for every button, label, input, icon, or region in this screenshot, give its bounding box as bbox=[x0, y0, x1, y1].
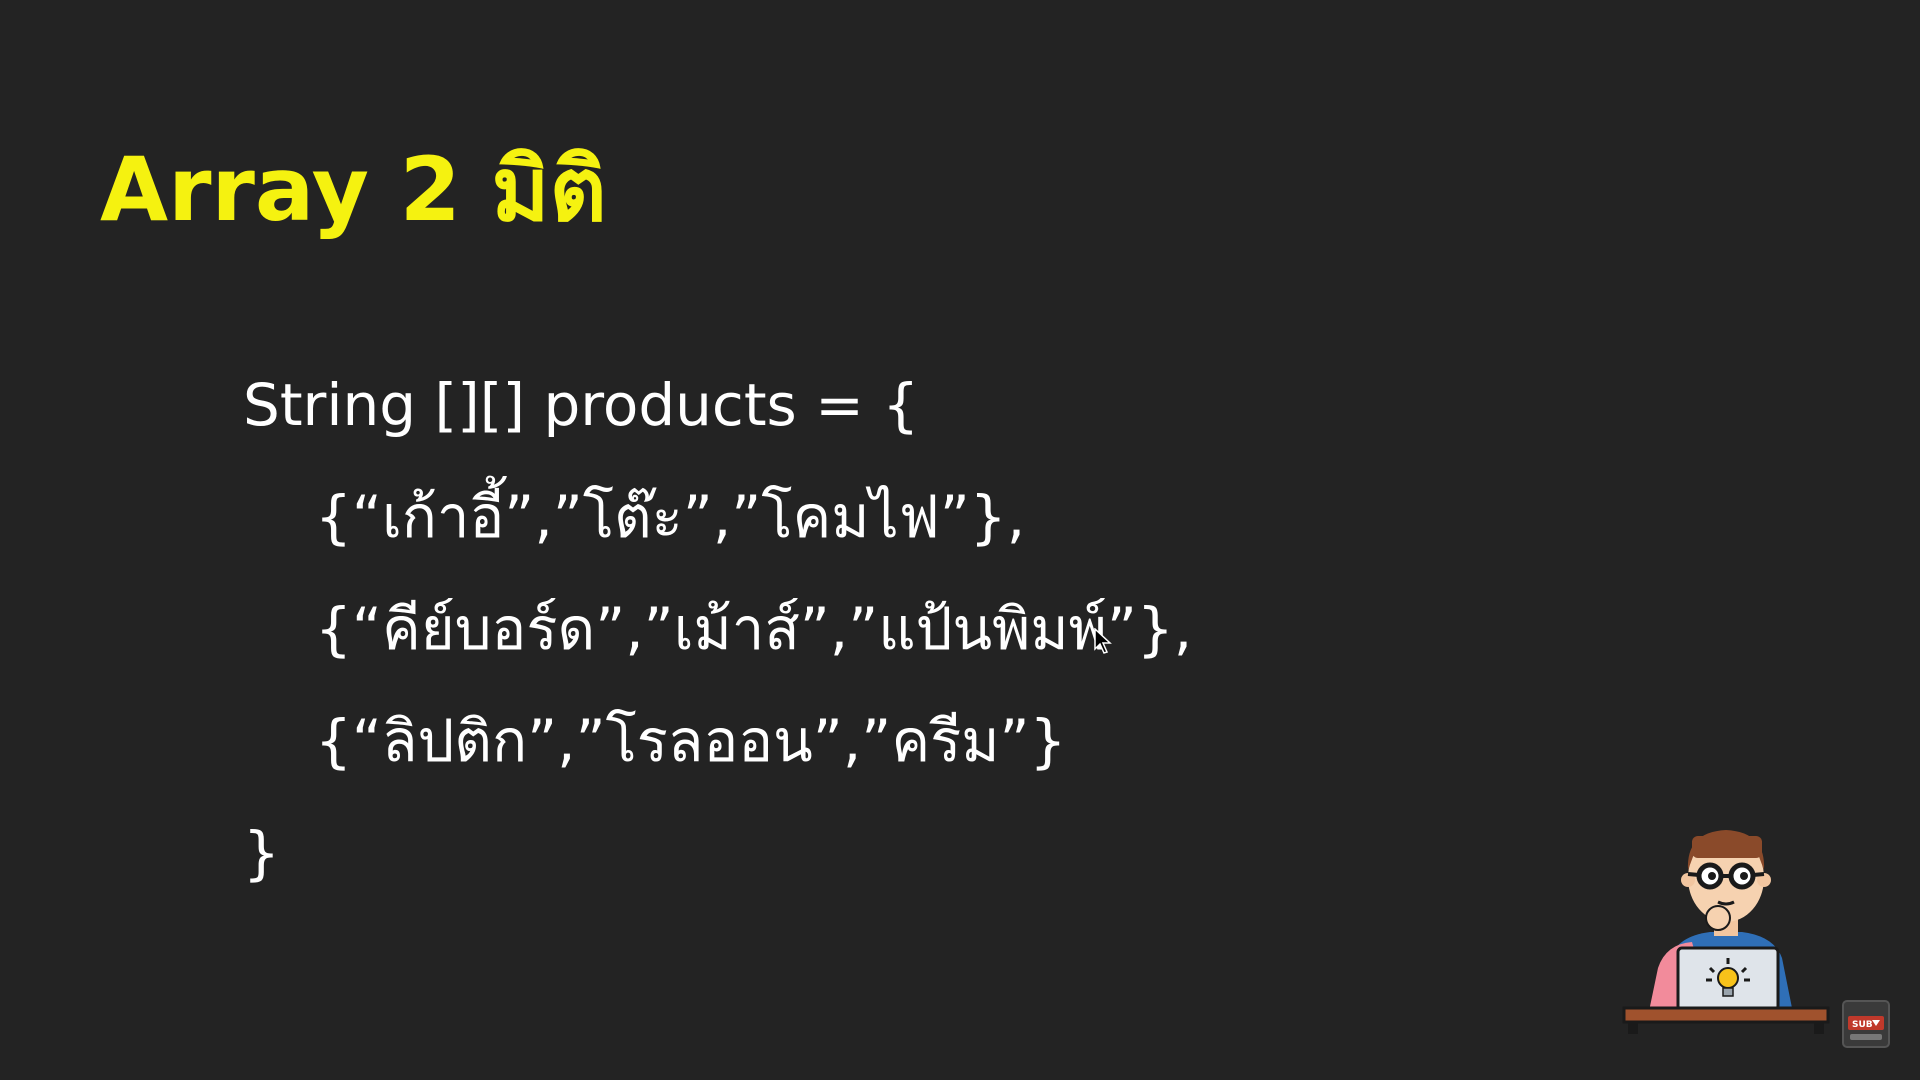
programmer-thinking-icon bbox=[1622, 830, 1830, 1034]
sub-badge-label: SUB bbox=[1852, 1020, 1873, 1030]
code-line-closing-brace: } bbox=[243, 819, 280, 887]
code-line-row-2: {“คีย์บอร์ด”,”เม้าส์”,”แป้นพิมพ์”}, bbox=[315, 595, 1193, 663]
code-line-row-3: {“ลิปติก”,”โรลออน”,”ครีม”} bbox=[315, 707, 1067, 775]
presentation-slide: Array 2 มิติ String [][] products = { {“… bbox=[0, 0, 1920, 1080]
subscribe-badge-icon[interactable]: SUB bbox=[1842, 1000, 1890, 1048]
code-line-declaration: String [][] products = { bbox=[243, 371, 920, 439]
mouse-pointer-icon bbox=[1094, 628, 1112, 654]
slide-title: Array 2 มิติ bbox=[100, 138, 607, 241]
code-line-row-1: {“เก้าอี้”,”โต๊ะ”,”โคมไฟ”}, bbox=[315, 483, 1026, 551]
